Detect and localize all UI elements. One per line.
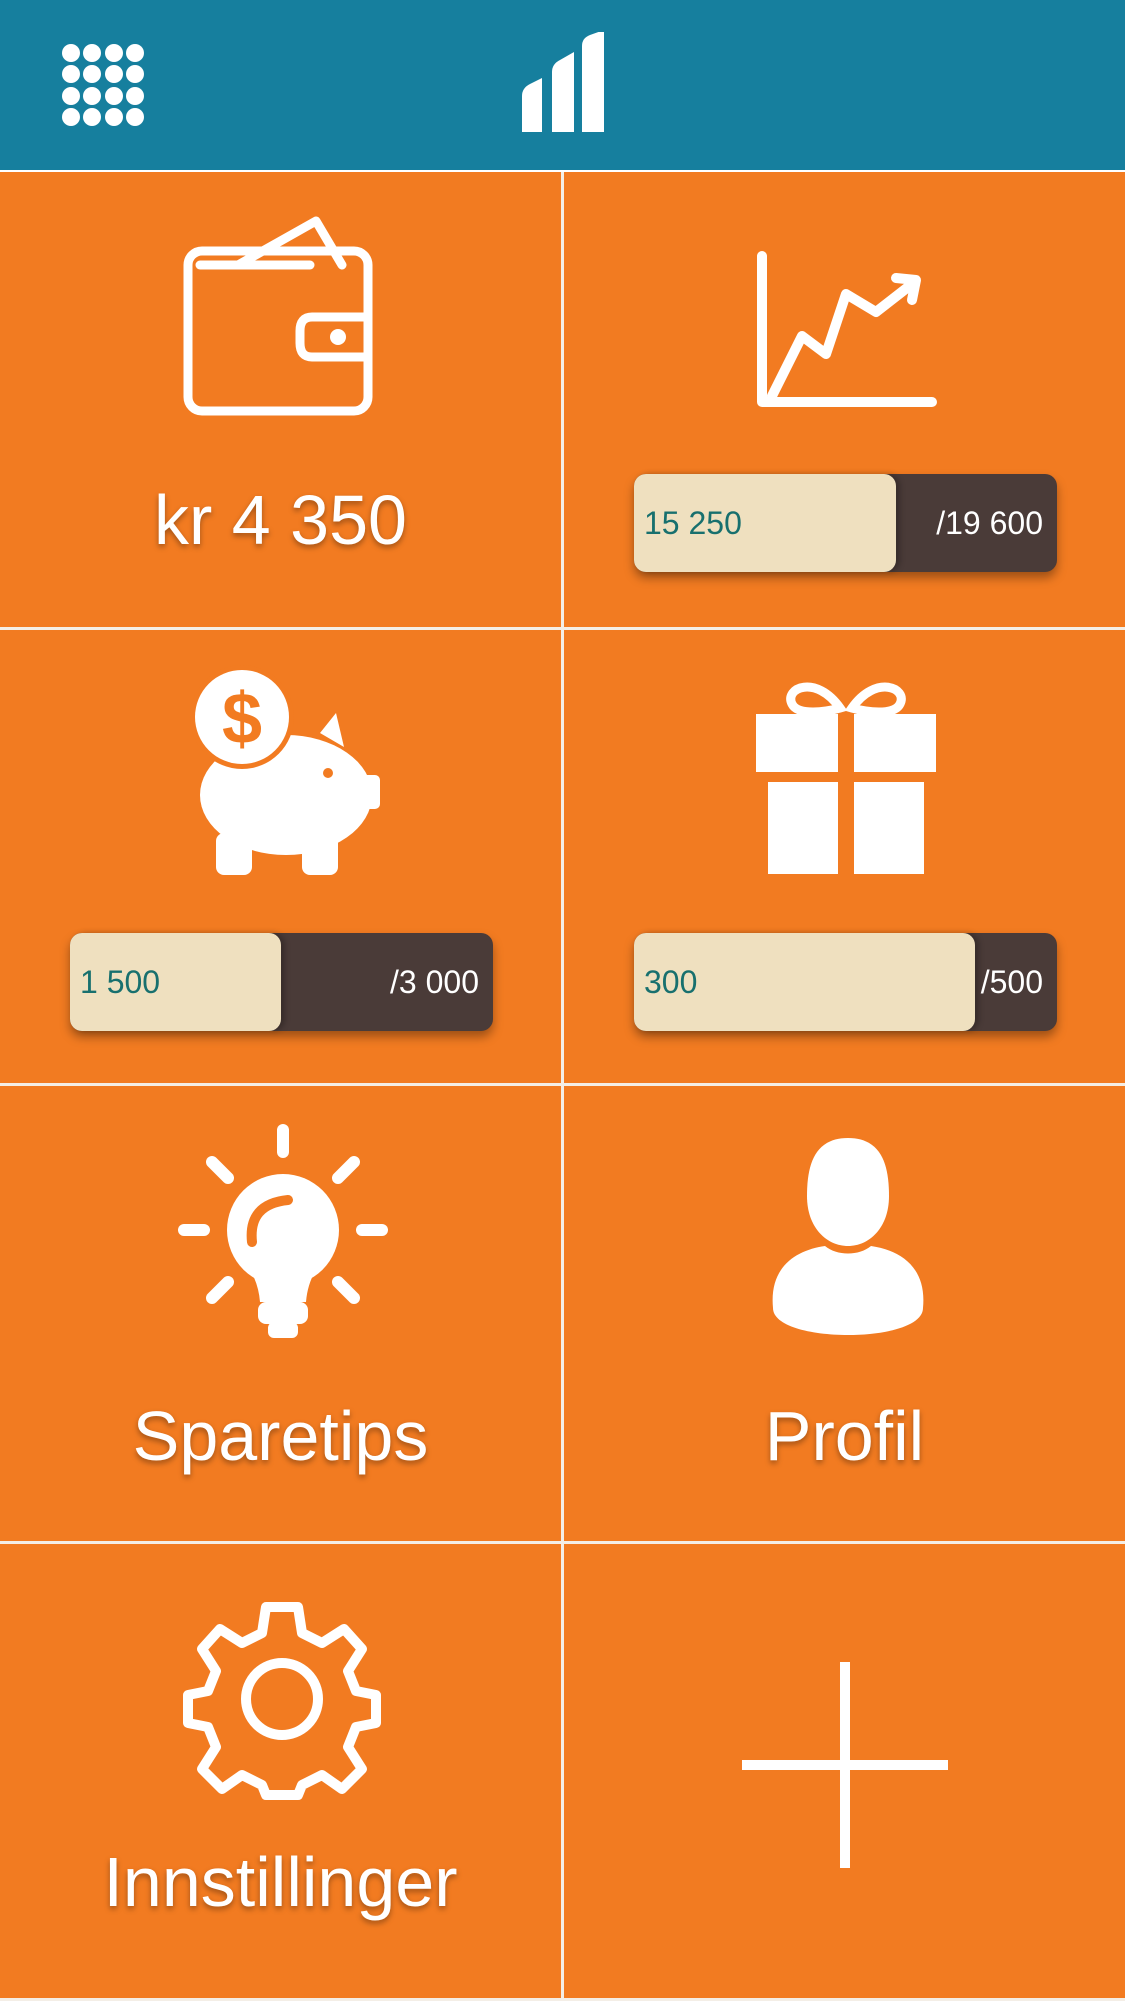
rising-chart-icon bbox=[754, 250, 937, 410]
gift-icon bbox=[756, 674, 936, 874]
dashboard-grid: kr 4 350 15 250 /19 600 $ 1 500 /3 000 3… bbox=[0, 172, 1125, 2001]
top-bar bbox=[0, 0, 1125, 170]
savings-progress-bar: 1 500 /3 000 bbox=[70, 933, 493, 1031]
profile-tile[interactable]: Profil bbox=[564, 1086, 1125, 1541]
lightbulb-icon bbox=[178, 1124, 388, 1346]
income-total: /19 600 bbox=[936, 505, 1043, 541]
wallet-tile[interactable]: kr 4 350 bbox=[0, 172, 561, 627]
piggy-bank-icon: $ bbox=[190, 665, 380, 875]
savings-tile[interactable]: $ 1 500 /3 000 bbox=[0, 630, 561, 1083]
income-tile[interactable]: 15 250 /19 600 bbox=[564, 172, 1125, 627]
bar-chart-logo-icon bbox=[520, 30, 606, 132]
tips-label: Sparetips bbox=[132, 1397, 429, 1475]
plus-icon bbox=[742, 1662, 948, 1868]
wallet-icon bbox=[182, 216, 382, 417]
settings-label: Innstillinger bbox=[103, 1843, 458, 1921]
savings-current: 1 500 bbox=[80, 964, 161, 1000]
income-current: 15 250 bbox=[644, 505, 742, 541]
add-tile[interactable] bbox=[564, 1544, 1125, 1998]
settings-tile[interactable]: Innstillinger bbox=[0, 1544, 561, 1998]
apps-grid-icon[interactable] bbox=[62, 44, 144, 126]
gift-progress-bar: 300 /500 bbox=[634, 933, 1057, 1031]
gift-current: 300 bbox=[644, 964, 698, 1000]
wallet-balance: kr 4 350 bbox=[154, 481, 407, 559]
profile-label: Profil bbox=[764, 1397, 925, 1475]
gear-icon bbox=[182, 1599, 382, 1800]
tips-tile[interactable]: Sparetips bbox=[0, 1086, 561, 1541]
gift-total: /500 bbox=[980, 964, 1043, 1000]
income-progress-bar: 15 250 /19 600 bbox=[634, 474, 1057, 572]
svg-text:$: $ bbox=[222, 679, 262, 759]
user-icon bbox=[769, 1138, 927, 1346]
savings-total: /3 000 bbox=[390, 964, 479, 1000]
gift-tile[interactable]: 300 /500 bbox=[564, 630, 1125, 1083]
